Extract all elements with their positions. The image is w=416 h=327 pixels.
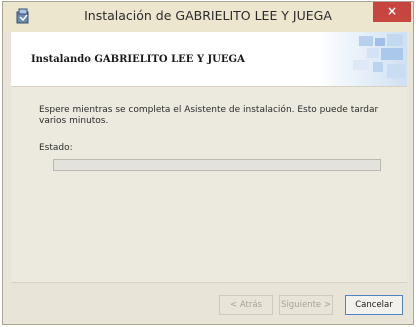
- cancel-button[interactable]: Cancelar: [345, 295, 403, 315]
- installer-window: Instalación de GABRIELITO LEE Y JUEGA × …: [2, 1, 414, 325]
- content-area: Espere mientras se completa el Asistente…: [11, 87, 407, 282]
- banner-heading: Instalando GABRIELITO LEE Y JUEGA: [31, 54, 245, 65]
- progress-bar: [53, 159, 381, 171]
- header-banner: Instalando GABRIELITO LEE Y JUEGA: [11, 32, 407, 87]
- footer-divider: [11, 282, 407, 283]
- back-button[interactable]: < Atrás: [219, 295, 273, 315]
- window-title: Instalación de GABRIELITO LEE Y JUEGA: [84, 8, 332, 23]
- banner-decoration-icon: [317, 32, 407, 86]
- description-text: Espere mientras se completa el Asistente…: [39, 105, 379, 126]
- close-button[interactable]: ×: [373, 2, 411, 22]
- status-label: Estado:: [39, 143, 73, 153]
- title-bar[interactable]: Instalación de GABRIELITO LEE Y JUEGA ×: [3, 2, 413, 32]
- next-button[interactable]: Siguiente >: [279, 295, 333, 315]
